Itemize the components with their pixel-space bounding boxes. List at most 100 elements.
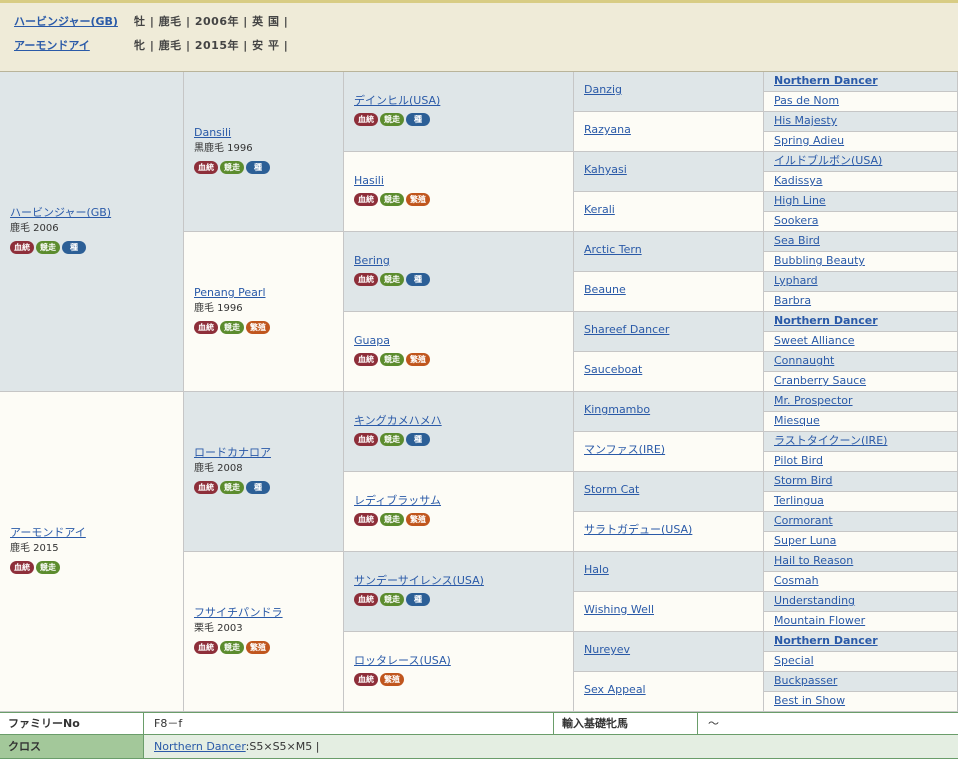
blood-badge-button[interactable]: 血統 xyxy=(194,161,218,174)
horse-name-link[interactable]: Dansili xyxy=(194,125,270,141)
race-badge-button[interactable]: 競走 xyxy=(380,433,404,446)
ancestor-link[interactable]: Cranberry Sauce xyxy=(774,373,866,389)
ancestor-link[interactable]: Beaune xyxy=(584,282,626,298)
ancestor-link[interactable]: Sex Appeal xyxy=(584,682,646,698)
ancestor-link[interactable]: Danzig xyxy=(584,82,622,98)
ancestor-link[interactable]: Mr. Prospector xyxy=(774,393,853,409)
ancestor-link[interactable]: Super Luna xyxy=(774,533,836,549)
ancestor-link[interactable]: High Line xyxy=(774,193,826,209)
race-badge-button[interactable]: 競走 xyxy=(380,513,404,526)
ancestor-link[interactable]: Kingmambo xyxy=(584,402,650,418)
ancestor-link[interactable]: Northern Dancer xyxy=(774,313,878,329)
ancestor-link[interactable]: Special xyxy=(774,653,814,669)
ancestor-link[interactable]: Storm Cat xyxy=(584,482,639,498)
horse-name-link[interactable]: デインヒル(USA) xyxy=(354,93,440,109)
horse-name-link[interactable]: ロッタレース(USA) xyxy=(354,653,451,669)
breed-badge-button[interactable]: 繁殖 xyxy=(406,193,430,206)
ancestor-link[interactable]: Miesque xyxy=(774,413,820,429)
race-badge-button[interactable]: 競走 xyxy=(220,481,244,494)
sire-badge-button[interactable]: 種 xyxy=(406,433,430,446)
ancestor-link[interactable]: Sauceboat xyxy=(584,362,642,378)
horse-name-link[interactable]: ハービンジャー(GB) xyxy=(10,205,111,221)
horse-name-link[interactable]: Bering xyxy=(354,253,430,269)
ancestor-link[interactable]: イルドブルボン(USA) xyxy=(774,153,882,169)
blood-badge-button[interactable]: 血統 xyxy=(10,561,34,574)
ancestor-link[interactable]: Bubbling Beauty xyxy=(774,253,865,269)
blood-badge-button[interactable]: 血統 xyxy=(354,673,378,686)
ancestor-link[interactable]: Northern Dancer xyxy=(774,73,878,89)
ancestor-link[interactable]: Sea Bird xyxy=(774,233,820,249)
race-badge-button[interactable]: 競走 xyxy=(220,161,244,174)
ancestor-link[interactable]: Shareef Dancer xyxy=(584,322,669,338)
ancestor-link[interactable]: Mountain Flower xyxy=(774,613,865,629)
horse2-name-link[interactable]: アーモンドアイ xyxy=(14,37,134,53)
ancestor-link[interactable]: Lyphard xyxy=(774,273,818,289)
breed-badge-button[interactable]: 繁殖 xyxy=(246,321,270,334)
sire-badge-button[interactable]: 種 xyxy=(62,241,86,254)
blood-badge-button[interactable]: 血統 xyxy=(354,433,378,446)
horse1-name-link[interactable]: ハービンジャー(GB) xyxy=(14,13,134,29)
ancestor-link[interactable]: Best in Show xyxy=(774,693,845,709)
ancestor-link[interactable]: Sookera xyxy=(774,213,818,229)
ancestor-link[interactable]: Sweet Alliance xyxy=(774,333,855,349)
ancestor-link[interactable]: His Majesty xyxy=(774,113,837,129)
ancestor-link[interactable]: Kadissya xyxy=(774,173,823,189)
blood-badge-button[interactable]: 血統 xyxy=(354,353,378,366)
race-badge-button[interactable]: 競走 xyxy=(380,193,404,206)
ancestor-link[interactable]: Wishing Well xyxy=(584,602,654,618)
blood-badge-button[interactable]: 血統 xyxy=(194,321,218,334)
breed-badge-button[interactable]: 繁殖 xyxy=(406,513,430,526)
sire-badge-button[interactable]: 種 xyxy=(406,593,430,606)
horse-name-link[interactable]: Penang Pearl xyxy=(194,285,270,301)
race-badge-button[interactable]: 競走 xyxy=(220,321,244,334)
ancestor-link[interactable]: Spring Adieu xyxy=(774,133,844,149)
ancestor-link[interactable]: Buckpasser xyxy=(774,673,837,689)
horse-name-link[interactable]: キングカメハメハ xyxy=(354,413,442,429)
race-badge-button[interactable]: 競走 xyxy=(380,113,404,126)
horse-name-link[interactable]: フサイチパンドラ xyxy=(194,605,283,621)
ancestor-link[interactable]: Pilot Bird xyxy=(774,453,823,469)
horse-name-link[interactable]: アーモンドアイ xyxy=(10,525,86,541)
ancestor-link[interactable]: Understanding xyxy=(774,593,855,609)
blood-badge-button[interactable]: 血統 xyxy=(194,481,218,494)
blood-badge-button[interactable]: 血統 xyxy=(354,273,378,286)
race-badge-button[interactable]: 競走 xyxy=(380,273,404,286)
breed-badge-button[interactable]: 繁殖 xyxy=(246,641,270,654)
ancestor-link[interactable]: Arctic Tern xyxy=(584,242,642,258)
sire-badge-button[interactable]: 種 xyxy=(246,161,270,174)
horse-name-link[interactable]: Guapa xyxy=(354,333,430,349)
sire-badge-button[interactable]: 種 xyxy=(406,113,430,126)
race-badge-button[interactable]: 競走 xyxy=(380,593,404,606)
race-badge-button[interactable]: 競走 xyxy=(380,353,404,366)
ancestor-link[interactable]: Razyana xyxy=(584,122,631,138)
ancestor-link[interactable]: Hail to Reason xyxy=(774,553,853,569)
blood-badge-button[interactable]: 血統 xyxy=(10,241,34,254)
ancestor-link[interactable]: Cosmah xyxy=(774,573,819,589)
ancestor-link[interactable]: Barbra xyxy=(774,293,811,309)
breed-badge-button[interactable]: 繁殖 xyxy=(406,353,430,366)
ancestor-link[interactable]: Storm Bird xyxy=(774,473,832,489)
blood-badge-button[interactable]: 血統 xyxy=(354,593,378,606)
cross-horse-link[interactable]: Northern Dancer xyxy=(154,740,246,753)
sire-badge-button[interactable]: 種 xyxy=(406,273,430,286)
race-badge-button[interactable]: 競走 xyxy=(36,241,60,254)
blood-badge-button[interactable]: 血統 xyxy=(194,641,218,654)
blood-badge-button[interactable]: 血統 xyxy=(354,513,378,526)
ancestor-link[interactable]: ラストタイクーン(IRE) xyxy=(774,433,887,449)
horse-name-link[interactable]: サンデーサイレンス(USA) xyxy=(354,573,484,589)
race-badge-button[interactable]: 競走 xyxy=(220,641,244,654)
ancestor-link[interactable]: Northern Dancer xyxy=(774,633,878,649)
breed-badge-button[interactable]: 繁殖 xyxy=(380,673,404,686)
ancestor-link[interactable]: Pas de Nom xyxy=(774,93,839,109)
horse-name-link[interactable]: ロードカナロア xyxy=(194,445,271,461)
ancestor-link[interactable]: Nureyev xyxy=(584,642,630,658)
ancestor-link[interactable]: Connaught xyxy=(774,353,834,369)
ancestor-link[interactable]: マンファス(IRE) xyxy=(584,442,665,458)
ancestor-link[interactable]: Kahyasi xyxy=(584,162,627,178)
horse-name-link[interactable]: Hasili xyxy=(354,173,430,189)
ancestor-link[interactable]: サラトガデュー(USA) xyxy=(584,522,692,538)
ancestor-link[interactable]: Cormorant xyxy=(774,513,833,529)
ancestor-link[interactable]: Terlingua xyxy=(774,493,824,509)
race-badge-button[interactable]: 競走 xyxy=(36,561,60,574)
ancestor-link[interactable]: Kerali xyxy=(584,202,615,218)
